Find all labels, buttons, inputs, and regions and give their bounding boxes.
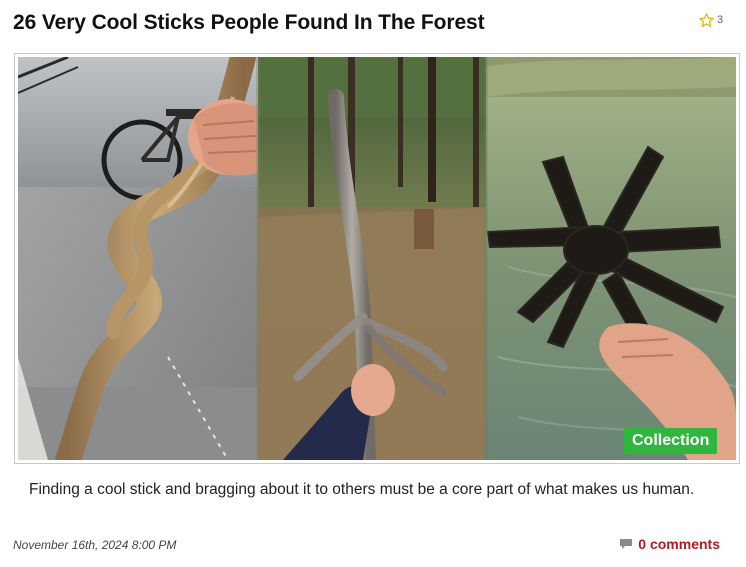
comments-link[interactable]: 0 comments (619, 536, 720, 552)
collection-badge[interactable]: Collection (624, 428, 718, 454)
speech-bubble-icon (620, 539, 633, 549)
post-image[interactable]: Collection (18, 57, 736, 460)
favorite-count: 3 (717, 14, 724, 26)
post-image-frame[interactable]: Collection (14, 53, 740, 464)
star-outline-icon (699, 12, 714, 27)
post-title[interactable]: 26 Very Cool Sticks People Found In The … (13, 11, 673, 35)
post-date: November 16th, 2024 8:00 PM (13, 538, 177, 552)
post-description: Finding a cool stick and bragging about … (29, 481, 695, 498)
favorite-button[interactable]: 3 (698, 11, 723, 29)
stick-collage-photo (18, 57, 736, 460)
comments-count[interactable]: 0 comments (638, 536, 720, 552)
